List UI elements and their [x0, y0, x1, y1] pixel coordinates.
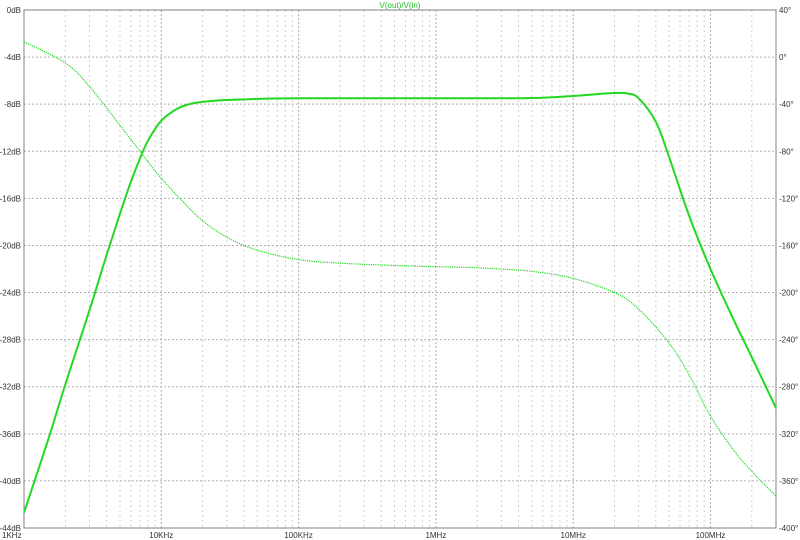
y-left-tick-label: -12dB — [0, 147, 21, 156]
y-right-tick-label: -360° — [779, 477, 798, 486]
y-right-tick-label: -120° — [779, 194, 798, 203]
y-right-tick-label: -40° — [779, 100, 794, 109]
y-right-tick-label: -320° — [779, 430, 798, 439]
y-right-tick-label: -160° — [779, 241, 798, 250]
plot-frame — [23, 9, 777, 529]
y-left-tick-label: -32dB — [0, 383, 21, 392]
y-right-tick-label: -400° — [779, 524, 798, 533]
y-left-tick-label: 0dB — [7, 6, 21, 15]
x-tick-label: 100KHz — [284, 531, 312, 540]
x-tick-label: 100MHz — [696, 531, 726, 540]
y-left-tick-label: -44dB — [0, 524, 21, 533]
chart-title: V(out)/V(in) — [380, 1, 421, 10]
y-left-tick-label: -16dB — [0, 194, 21, 203]
y-left-tick-label: -24dB — [0, 289, 21, 298]
y-left-tick-label: -36dB — [0, 430, 21, 439]
y-left-tick-label: -20dB — [0, 241, 21, 250]
bode-plot: V(out)/V(in) 1KHz 10KHz 100KHz 1MHz 10MHz 100… — [0, 1, 798, 540]
y-right-tick-label: 0° — [779, 53, 787, 62]
y-left-tick-label: -4dB — [4, 53, 21, 62]
magnitude-trace — [23, 91, 777, 514]
y-right-tick-label: -200° — [779, 289, 798, 298]
y-left-tick-label: -28dB — [0, 336, 21, 345]
phase-trace — [23, 41, 777, 497]
x-tick-label: 10MHz — [561, 531, 586, 540]
y-right-tick-label: -80° — [779, 147, 794, 156]
y-left-tick-label: -40dB — [0, 477, 21, 486]
y-right-tick-label: -280° — [779, 383, 798, 392]
x-tick-label: 1MHz — [425, 531, 446, 540]
y-right-tick-label: -240° — [779, 336, 798, 345]
x-tick-label: 10KHz — [149, 531, 173, 540]
y-right-tick-label: 40° — [779, 6, 791, 15]
y-left-tick-label: -8dB — [4, 100, 21, 109]
